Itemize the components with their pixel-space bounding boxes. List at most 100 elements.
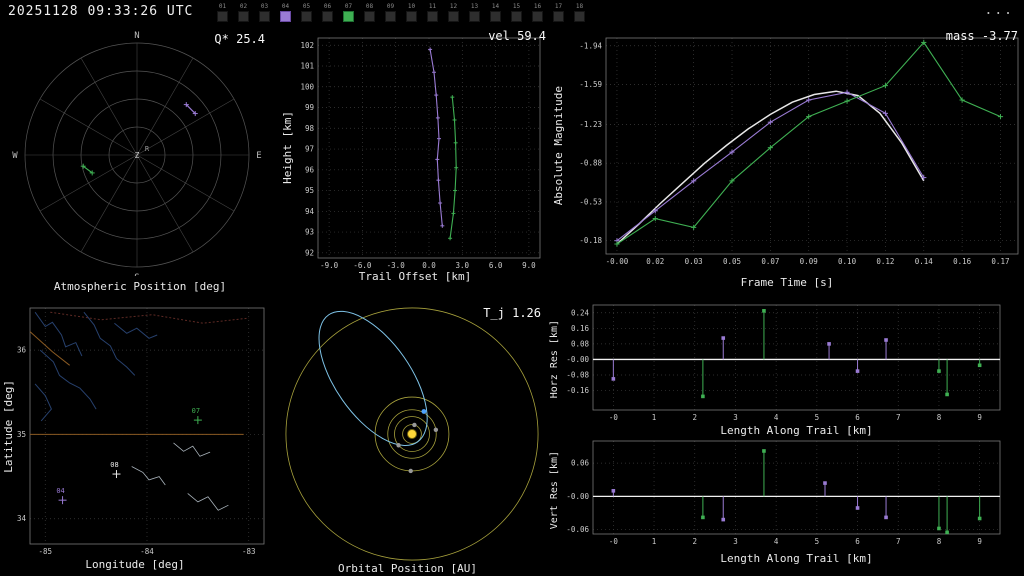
station-toggle-box[interactable] [238, 11, 249, 22]
svg-text:9: 9 [977, 537, 982, 546]
station-toggle-14[interactable]: 14 [485, 3, 506, 22]
station-toggle-box[interactable] [553, 11, 564, 22]
station-toggle-label: 11 [428, 3, 437, 10]
station-toggle-06[interactable]: 06 [317, 3, 338, 22]
svg-text:5: 5 [815, 537, 820, 546]
station-toggle-16[interactable]: 16 [527, 3, 548, 22]
station-toggle-11[interactable]: 11 [422, 3, 443, 22]
svg-text:0.16: 0.16 [571, 324, 590, 333]
station-toggle-box[interactable] [469, 11, 480, 22]
residual-marker [762, 449, 766, 453]
svg-text:0.10: 0.10 [838, 257, 857, 266]
station-toggle-label: 18 [575, 3, 584, 10]
svg-text:101: 101 [300, 62, 314, 71]
svg-text:7: 7 [896, 413, 901, 422]
svg-text:9.0: 9.0 [522, 261, 536, 270]
station-toggle-label: 10 [407, 3, 416, 10]
svg-text:0.0: 0.0 [422, 261, 436, 270]
svg-text:-85: -85 [38, 547, 52, 556]
station-toggle-box[interactable] [259, 11, 270, 22]
station-toggle-box[interactable] [490, 11, 501, 22]
light-curve-plot: -0.00 0.02 0.03 0.05 0.07 0.09 0.10 0.12 0.14 0.1… [579, 37, 1019, 266]
station-toggle-17[interactable]: 17 [548, 3, 569, 22]
atmospheric-position-plot: N S E W ZR [12, 31, 261, 276]
station-toggle-label: 13 [470, 3, 479, 10]
svg-text:99: 99 [305, 103, 314, 112]
station-toggle-12[interactable]: 12 [443, 3, 464, 22]
svg-text:-83: -83 [242, 547, 256, 556]
station-toggle-07[interactable]: 07 [338, 3, 359, 22]
station-toggle-03[interactable]: 03 [254, 3, 275, 22]
svg-text:98: 98 [305, 124, 315, 133]
svg-text:-0.00: -0.00 [606, 257, 629, 266]
station-toggle-13[interactable]: 13 [464, 3, 485, 22]
topbar: 20251128 09:33:26 UTC 01 02 03 04 05 06 07 08 09… [0, 0, 1024, 24]
map-feature-river [83, 311, 136, 376]
svg-text:5: 5 [815, 413, 820, 422]
svg-text:35: 35 [17, 430, 26, 439]
vert-res-ylabel: Vert Res [km] [549, 451, 560, 530]
svg-text:S: S [134, 273, 139, 276]
map-feature-terrain [187, 493, 229, 511]
residuals-panel: -0 1 2 3 4 5 6 7 8 9 0.24 0.16 0.08 -0.00 -0.08 -0.16 -0… [545, 296, 1024, 576]
station-toggle-box[interactable] [343, 11, 354, 22]
station-toggle-18[interactable]: 18 [569, 3, 590, 22]
station-toggle-01[interactable]: 01 [212, 3, 233, 22]
station-toggle-box[interactable] [511, 11, 522, 22]
station-toggle-box[interactable] [301, 11, 312, 22]
planet-earth [433, 427, 439, 432]
station-toggle-05[interactable]: 05 [296, 3, 317, 22]
map-feature-border [29, 331, 71, 366]
station-toggle-label: 12 [449, 3, 458, 10]
station-toggle-box[interactable] [406, 11, 417, 22]
svg-text:34: 34 [17, 514, 27, 523]
horz-length-xlabel: Length Along Trail [km] [720, 424, 873, 437]
station-toggle-box[interactable] [217, 11, 228, 22]
planet-venus [396, 443, 401, 448]
residual-marker [945, 392, 949, 397]
station-toggle-08[interactable]: 08 [359, 3, 380, 22]
station-toggle-label: 04 [281, 3, 290, 10]
station-toggle-box[interactable] [448, 11, 459, 22]
orbital-position-panel: T_j 1.26 Orbital Position [AU] [270, 296, 545, 576]
station-toggle-label: 03 [260, 3, 269, 10]
mass-annotation: mass -3.77 [945, 29, 1018, 43]
svg-text:0.06: 0.06 [571, 459, 590, 468]
map-feature-river [34, 311, 83, 357]
residual-marker [937, 526, 941, 531]
polar-track-07 [82, 165, 93, 174]
station-toggle-box[interactable] [280, 11, 291, 22]
ground-map-plot: -85 -84 -83 34 35 36 04 07 08 [17, 307, 265, 556]
station-toggle-box[interactable] [532, 11, 543, 22]
station-toggle-09[interactable]: 09 [380, 3, 401, 22]
station-toggle-label: 17 [554, 3, 563, 10]
station-toggle-label: 16 [533, 3, 542, 10]
atmospheric-position-xlabel: Atmospheric Position [deg] [53, 280, 227, 293]
svg-text:N: N [134, 31, 139, 41]
residual-marker [721, 517, 726, 522]
svg-text:6.0: 6.0 [489, 261, 503, 270]
ground-map-panel: -85 -84 -83 34 35 36 04 07 08 Latitude [deg] Lon… [0, 296, 270, 576]
svg-text:1: 1 [652, 537, 657, 546]
overflow-menu-button[interactable]: ... [985, 0, 1014, 22]
station-toggle-10[interactable]: 10 [401, 3, 422, 22]
station-toggle-box[interactable] [385, 11, 396, 22]
station-toggle-box[interactable] [427, 11, 438, 22]
svg-text:3: 3 [733, 537, 738, 546]
station-toggle-label: 14 [491, 3, 500, 10]
svg-text:0.03: 0.03 [685, 257, 703, 266]
station-toggle-02[interactable]: 02 [233, 3, 254, 22]
station-toggle-label: 15 [512, 3, 521, 10]
station-toggle-box[interactable] [364, 11, 375, 22]
station-toggle-box[interactable] [574, 11, 585, 22]
svg-text:-9.0: -9.0 [320, 261, 339, 270]
station-toggle-04[interactable]: 04 [275, 3, 296, 22]
residual-marker [884, 338, 888, 342]
trail-offset-plot: -9.0 -6.0 -3.0 0.0 3.0 6.0 9.0 92 93 94 95 96 97 98 99… [300, 37, 541, 270]
map-feature-river [39, 349, 97, 410]
station-toggle-box[interactable] [322, 11, 333, 22]
lightcurve-station-07 [616, 41, 1001, 245]
svg-text:0.02: 0.02 [646, 257, 664, 266]
svg-text:93: 93 [305, 228, 314, 237]
station-toggle-15[interactable]: 15 [506, 3, 527, 22]
